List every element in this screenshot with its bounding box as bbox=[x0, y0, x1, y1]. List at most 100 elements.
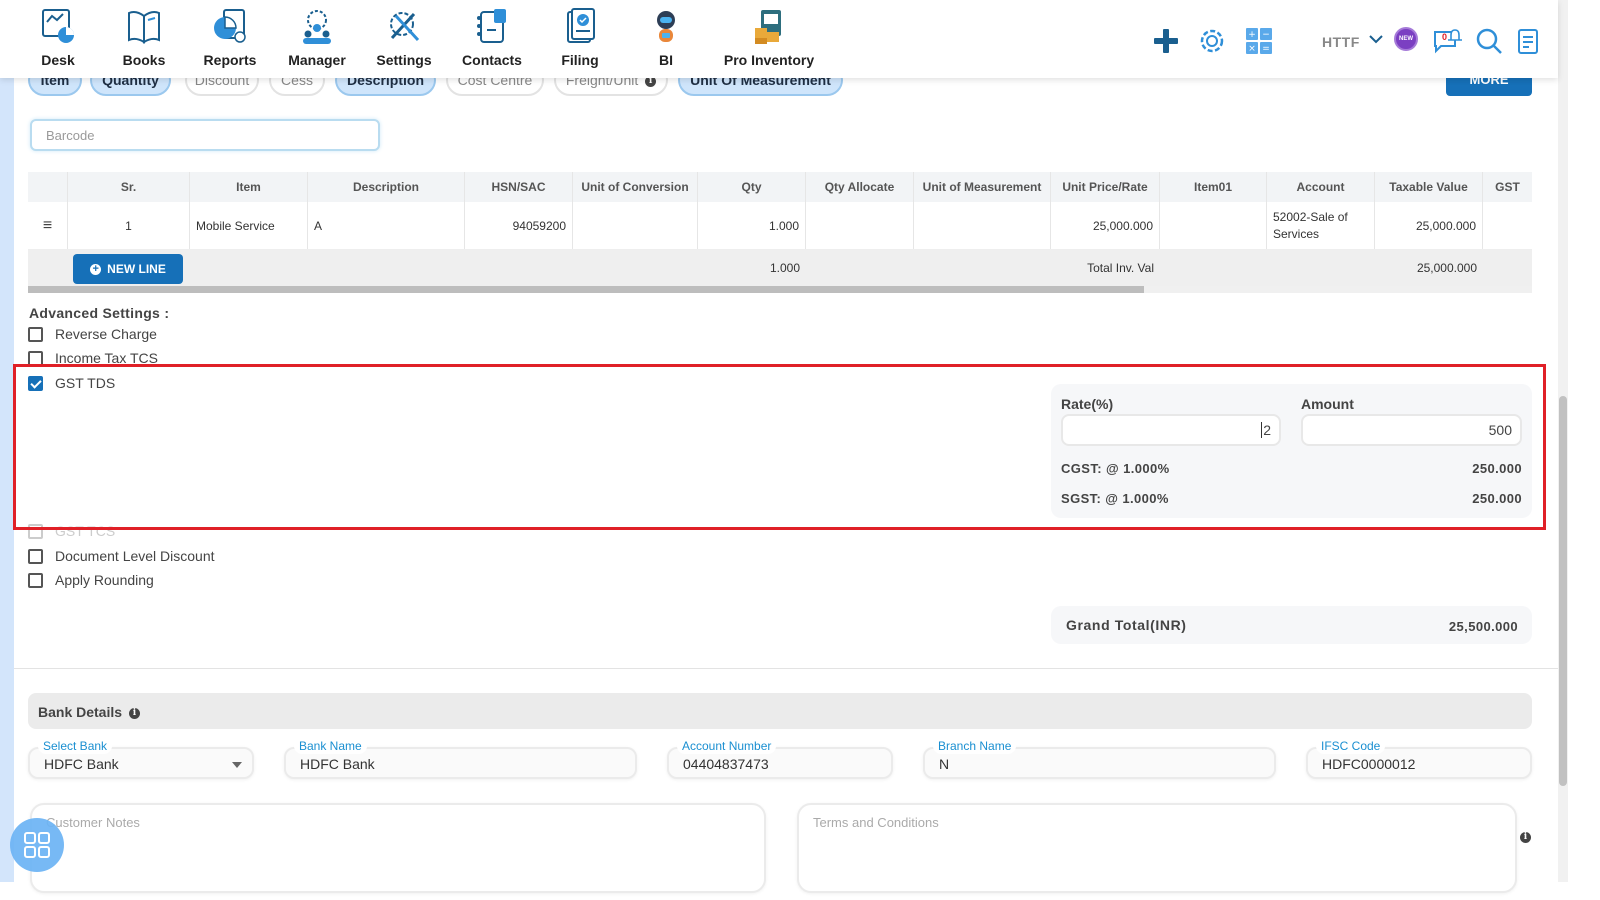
amount-input[interactable]: 500 bbox=[1301, 414, 1522, 446]
nav-bi[interactable]: BI bbox=[621, 6, 711, 68]
drag-handle-icon[interactable]: ≡ bbox=[28, 202, 68, 249]
calculator-icon[interactable]: + −× = bbox=[1245, 27, 1273, 55]
foot-spacer bbox=[190, 250, 308, 286]
option-reverse-charge[interactable]: Reverse Charge bbox=[28, 324, 157, 344]
bank-name-field[interactable]: Bank Name HDFC Bank bbox=[284, 738, 637, 779]
cell-qty[interactable]: 1.000 bbox=[698, 202, 806, 249]
apps-grid-button[interactable] bbox=[10, 818, 64, 872]
cgst-value: 250.000 bbox=[1472, 461, 1522, 476]
cell-qty-allocate[interactable] bbox=[806, 202, 914, 249]
foot-spacer bbox=[1267, 250, 1375, 286]
settings-tools-icon bbox=[390, 12, 420, 42]
foot-spacer bbox=[914, 250, 1051, 286]
notification-count: 0 bbox=[1442, 32, 1448, 42]
cell-hsn-sac[interactable]: 94059200 bbox=[465, 202, 573, 249]
option-gst-tcs[interactable]: GST TCS bbox=[28, 521, 115, 539]
add-plus-icon[interactable] bbox=[1152, 27, 1180, 55]
col-unit-conversion: Unit of Conversion bbox=[573, 172, 698, 202]
bank-details-title-text: Bank Details bbox=[38, 704, 123, 720]
cell-uom[interactable] bbox=[914, 202, 1051, 249]
option-label: GST TDS bbox=[55, 375, 116, 391]
bank-details-header: Bank Details i bbox=[28, 693, 1532, 729]
table-scrollbar-thumb[interactable] bbox=[28, 286, 1144, 293]
ifsc-code-field[interactable]: IFSC Code HDFC0000012 bbox=[1306, 738, 1532, 779]
foot-spacer bbox=[465, 250, 573, 286]
branch-name-field[interactable]: Branch Name N bbox=[923, 738, 1276, 779]
col-description: Description bbox=[308, 172, 465, 202]
foot-spacer bbox=[28, 250, 68, 286]
reports-icon bbox=[214, 9, 246, 43]
nav-filing-label: Filing bbox=[561, 52, 599, 68]
checkbox[interactable] bbox=[28, 350, 43, 366]
nav-reports[interactable]: Reports bbox=[185, 6, 275, 68]
checkbox[interactable] bbox=[28, 326, 43, 342]
top-navigation: Desk Books Reports Manager Settings Cont… bbox=[0, 0, 1558, 78]
option-income-tax-tcs[interactable]: Income Tax TCS bbox=[28, 348, 158, 368]
bank-details-title: Bank Details i bbox=[38, 704, 140, 720]
nav-books[interactable]: Books bbox=[99, 6, 189, 68]
barcode-input[interactable]: Barcode bbox=[30, 119, 380, 151]
option-label: Apply Rounding bbox=[55, 572, 154, 588]
chat-bell-icon bbox=[1434, 29, 1462, 54]
option-gst-tds[interactable]: GST TDS bbox=[28, 373, 115, 393]
checkbox[interactable] bbox=[28, 548, 43, 564]
col-item01: Item01 bbox=[1160, 172, 1267, 202]
cell-account[interactable]: 52002-Sale of Services bbox=[1267, 202, 1375, 249]
left-sidebar-strip bbox=[0, 0, 14, 882]
terms-placeholder: Terms and Conditions bbox=[813, 815, 939, 830]
table-footer: 1.000 Total Inv. Val 25,000.000 + NEW LI… bbox=[28, 250, 1532, 286]
rate-label: Rate(%) bbox=[1061, 396, 1114, 412]
vertical-scrollbar[interactable] bbox=[1558, 0, 1568, 882]
pro-inventory-icon bbox=[755, 10, 781, 44]
search-icon[interactable] bbox=[1475, 27, 1503, 55]
nav-filing[interactable]: Filing bbox=[535, 6, 625, 68]
nav-settings[interactable]: Settings bbox=[359, 6, 449, 68]
cell-item[interactable]: Mobile Service bbox=[190, 202, 308, 249]
bank-name-value: HDFC Bank bbox=[300, 756, 375, 772]
notification-chat-icon[interactable]: 0 bbox=[1433, 26, 1465, 54]
nav-manager-label: Manager bbox=[288, 52, 346, 68]
terms-conditions-textarea[interactable]: Terms and Conditions bbox=[797, 803, 1517, 893]
new-features-badge-icon[interactable]: NEW bbox=[1394, 27, 1418, 51]
customer-notes-placeholder: Customer Notes bbox=[46, 815, 140, 830]
account-number-field[interactable]: Account Number 04404837473 bbox=[667, 738, 893, 779]
rate-input[interactable]: 2 bbox=[1061, 414, 1281, 446]
cell-unit-price[interactable]: 25,000.000 bbox=[1051, 202, 1160, 249]
cell-item01[interactable] bbox=[1160, 202, 1267, 249]
nav-desk[interactable]: Desk bbox=[13, 6, 103, 68]
cell-taxable-value: 25,000.000 bbox=[1375, 202, 1483, 249]
checkbox-checked[interactable] bbox=[28, 375, 43, 391]
footer-total-label: Total Inv. Val bbox=[1087, 261, 1154, 275]
cell-unit-conversion[interactable] bbox=[573, 202, 698, 249]
option-apply-rounding[interactable]: Apply Rounding bbox=[28, 570, 154, 590]
user-company-name[interactable]: HTTF bbox=[1322, 34, 1360, 50]
books-icon bbox=[128, 11, 160, 44]
info-icon[interactable]: i bbox=[1520, 832, 1531, 843]
table-row[interactable]: ≡ 1 Mobile Service A 94059200 1.000 25,0… bbox=[28, 202, 1532, 250]
nav-manager[interactable]: Manager bbox=[272, 6, 362, 68]
customer-notes-textarea[interactable]: Customer Notes bbox=[30, 803, 766, 893]
info-icon[interactable]: i bbox=[128, 707, 140, 719]
new-line-button[interactable]: + NEW LINE bbox=[73, 254, 183, 284]
select-bank-dropdown[interactable]: Select Bank HDFC Bank bbox=[28, 738, 254, 779]
svg-text:=: = bbox=[1262, 44, 1270, 54]
select-bank-value: HDFC Bank bbox=[44, 756, 119, 772]
svg-text:−: − bbox=[1262, 30, 1270, 40]
nav-pro-inventory[interactable]: Pro Inventory bbox=[712, 6, 826, 68]
nav-desk-label: Desk bbox=[41, 52, 75, 68]
chevron-down-icon[interactable] bbox=[1368, 33, 1384, 45]
vertical-scrollbar-thumb[interactable] bbox=[1559, 396, 1567, 786]
nav-contacts[interactable]: Contacts bbox=[447, 6, 537, 68]
table-horizontal-scrollbar[interactable] bbox=[28, 286, 1532, 293]
cell-gst bbox=[1483, 202, 1532, 249]
nav-pro-inventory-label: Pro Inventory bbox=[723, 52, 815, 68]
checkbox[interactable] bbox=[28, 524, 43, 539]
branch-name-label: Branch Name bbox=[933, 738, 1017, 754]
gear-icon[interactable] bbox=[1197, 26, 1227, 56]
cell-description[interactable]: A bbox=[308, 202, 465, 249]
option-document-level-discount[interactable]: Document Level Discount bbox=[28, 546, 215, 566]
clipboard-document-icon[interactable] bbox=[1517, 27, 1539, 55]
option-label: Income Tax TCS bbox=[55, 350, 158, 366]
col-taxable-value: Taxable Value bbox=[1375, 172, 1483, 202]
checkbox[interactable] bbox=[28, 572, 43, 588]
